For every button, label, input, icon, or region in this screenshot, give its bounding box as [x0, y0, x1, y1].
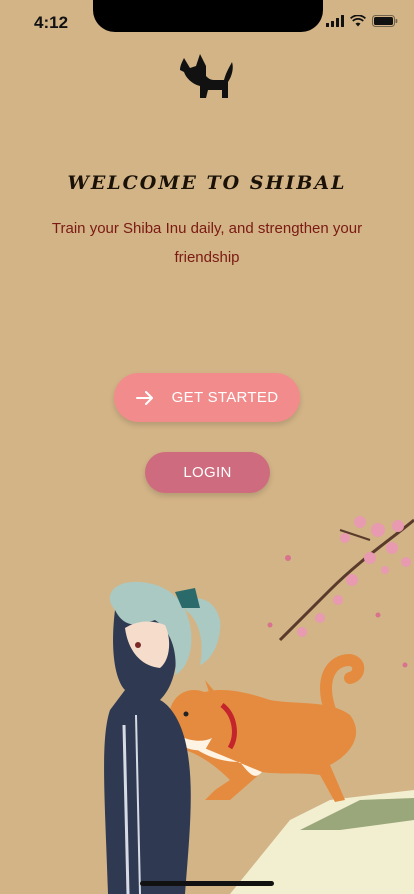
get-started-button[interactable]: GET STARTED	[114, 373, 300, 422]
shiba-dog-icon	[180, 54, 233, 98]
welcome-title: WELCOME TO SHIBAL	[67, 172, 347, 194]
device-notch	[93, 0, 323, 32]
login-label: LOGIN	[183, 464, 232, 481]
status-bar: 4:12	[0, 0, 414, 44]
signal-icon	[326, 15, 344, 27]
wifi-icon	[350, 15, 366, 27]
status-icons	[326, 15, 398, 27]
home-indicator	[140, 881, 274, 886]
girl-and-shiba-illustration	[104, 516, 414, 894]
login-button[interactable]: LOGIN	[145, 452, 270, 493]
arrow-right-icon	[135, 390, 153, 405]
welcome-subtitle: Train your Shiba Inu daily, and strength…	[51, 220, 363, 266]
status-time: 4:12	[34, 13, 69, 32]
battery-icon	[372, 15, 398, 27]
get-started-label: GET STARTED	[171, 389, 279, 406]
